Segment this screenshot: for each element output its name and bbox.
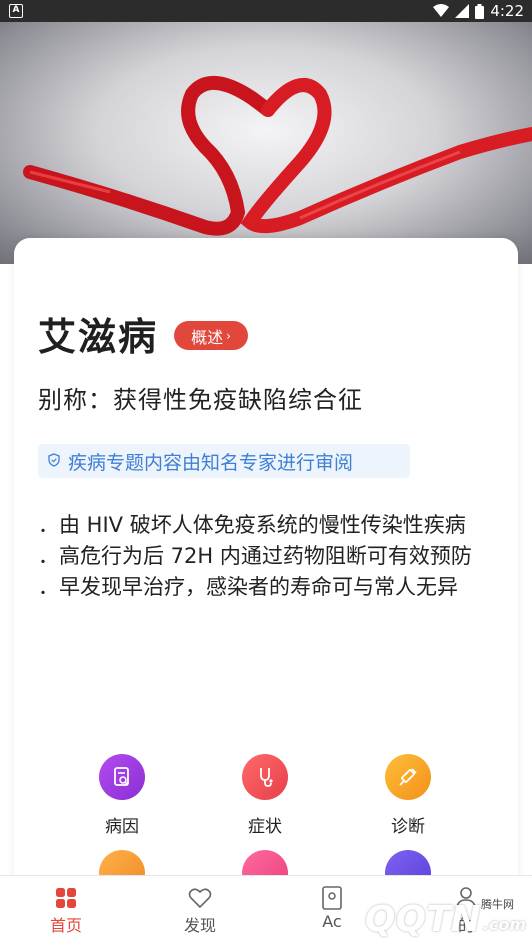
home-grid-icon: [26, 884, 106, 912]
category-diagnosis[interactable]: 诊断: [358, 754, 458, 837]
tab-contacts[interactable]: Ac: [292, 884, 372, 931]
disease-title: 艾滋病: [38, 315, 159, 359]
tab-label: 发现: [183, 916, 216, 935]
key-point: ．由 HIV 破坏人体免疫系统的慢性传染性疾病: [38, 513, 466, 537]
hero-ribbon-image: [0, 22, 532, 264]
stethoscope-icon: [242, 754, 288, 800]
shield-check-icon: [48, 450, 60, 472]
heart-icon: [160, 884, 240, 912]
disease-alias: 别称：获得性免疫缺陷综合征: [38, 386, 363, 414]
tab-discover[interactable]: 发现: [160, 884, 240, 936]
key-point: ．高危行为后 72H 内通过药物阻断可有效预防: [38, 544, 472, 568]
contacts-icon: [292, 884, 372, 912]
category-label: 症状: [248, 817, 282, 837]
expert-review-note: 疾病专题内容由知名专家进行审阅: [38, 444, 410, 478]
signal-icon: [455, 4, 470, 18]
category-symptom[interactable]: 症状: [215, 754, 315, 837]
watermark-cn-name: 腾牛网: [481, 898, 514, 911]
category-label: 诊断: [391, 817, 425, 837]
key-point: ．早发现早治疗，感染者的寿命可与常人无异: [38, 575, 458, 599]
screen: A 4:22 艾滋病 概述 › 别称：获得性免疫缺陷综合征 疾病专题内容由知名专…: [0, 0, 532, 946]
syringe-icon: [385, 754, 431, 800]
watermark-brand: QQTN: [364, 899, 481, 940]
status-icons: 4:22: [433, 2, 524, 20]
document-search-icon: [99, 754, 145, 800]
notification-a-icon: A: [9, 4, 23, 18]
battery-icon: [475, 3, 485, 19]
tab-home[interactable]: 首页: [26, 884, 106, 936]
chevron-right-icon: ›: [226, 328, 231, 343]
overview-button[interactable]: 概述 ›: [174, 321, 248, 350]
review-note-text: 疾病专题内容由知名专家进行审阅: [68, 451, 354, 474]
category-label: 病因: [105, 817, 139, 837]
status-bar: A 4:22: [0, 0, 532, 22]
tab-label: Ac: [322, 912, 342, 931]
overview-label: 概述: [191, 327, 224, 347]
tab-label: 首页: [49, 916, 82, 935]
disease-key-points: ．由 HIV 破坏人体免疫系统的慢性传染性疾病 ．高危行为后 72H 内通过药物…: [38, 510, 498, 603]
category-cause[interactable]: 病因: [72, 754, 172, 837]
watermark-suffix: .com: [482, 915, 526, 934]
wifi-icon: [433, 4, 450, 18]
status-time: 4:22: [490, 2, 524, 20]
